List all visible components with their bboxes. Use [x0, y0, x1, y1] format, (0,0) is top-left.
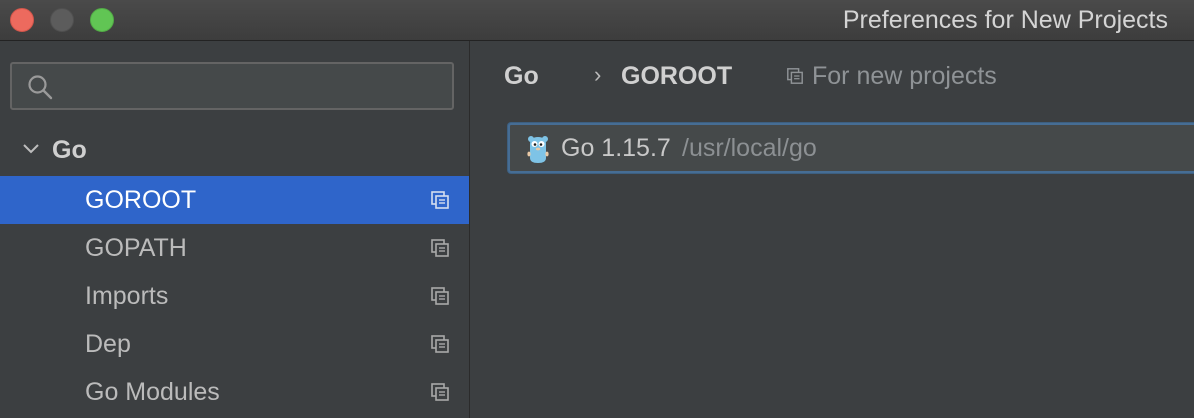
sidebar-item-dep[interactable]: Dep — [0, 320, 469, 368]
chevron-down-icon[interactable] — [22, 142, 40, 156]
gopher-icon — [527, 136, 549, 163]
title-bar: Preferences for New Projects — [0, 0, 1194, 41]
sidebar-item-imports[interactable]: Imports — [0, 272, 469, 320]
project-scope-icon — [787, 68, 803, 84]
sdk-version-label: Go 1.15.7 — [561, 134, 671, 162]
settings-sidebar: Go GOROOT GOPATH Imports Dep Go Modules — [0, 41, 470, 418]
breadcrumb-item-goroot: GOROOT — [621, 62, 733, 90]
settings-main-panel: Go › GOROOT For new projects Go 1.15.7 /… — [471, 41, 1194, 418]
settings-search-input[interactable] — [64, 68, 448, 106]
maximize-window-button[interactable] — [90, 8, 114, 32]
sidebar-item-label: Go Modules — [85, 378, 220, 406]
sidebar-item-go-modules[interactable]: Go Modules — [0, 368, 469, 416]
project-scope-icon — [431, 383, 449, 401]
breadcrumb-separator: › — [594, 62, 602, 87]
minimize-window-button[interactable] — [50, 8, 74, 32]
sidebar-item-label: GOPATH — [85, 234, 187, 262]
project-scope-icon — [431, 335, 449, 353]
tree-group-label: Go — [52, 136, 87, 164]
preferences-window: Preferences for New Projects Go GOROOT G… — [0, 0, 1194, 418]
sidebar-item-goroot[interactable]: GOROOT — [0, 176, 469, 224]
settings-search-box[interactable] — [10, 62, 454, 110]
tree-group-go[interactable]: Go — [0, 126, 469, 174]
project-scope-icon — [431, 191, 449, 209]
scope-note-label: For new projects — [812, 62, 997, 90]
sidebar-item-label: GOROOT — [85, 186, 197, 214]
search-icon — [28, 75, 53, 100]
project-scope-icon — [431, 239, 449, 257]
sidebar-item-label: Dep — [85, 330, 131, 358]
sidebar-item-label: Imports — [85, 282, 169, 310]
sidebar-item-gopath[interactable]: GOPATH — [0, 224, 469, 272]
breadcrumb-item-go[interactable]: Go — [504, 60, 539, 92]
project-scope-icon — [431, 287, 449, 305]
window-title: Preferences for New Projects — [842, 6, 1168, 34]
close-window-button[interactable] — [10, 8, 34, 32]
sdk-path-label: /usr/local/go — [682, 134, 817, 162]
goroot-sdk-select[interactable]: Go 1.15.7 /usr/local/go — [508, 123, 1194, 173]
